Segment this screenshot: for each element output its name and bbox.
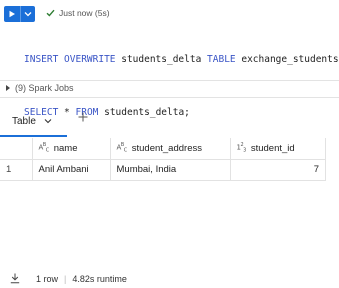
code-identifier: students_delta; (98, 107, 190, 118)
column-header-student-id[interactable]: 123 student_id (229, 138, 326, 160)
code-identifier: students_delta (115, 54, 208, 65)
row-count: 1 row (36, 273, 59, 284)
tab-label: Table (12, 115, 36, 127)
spark-jobs-toggle[interactable]: (9) Spark Jobs (6, 83, 74, 93)
notebook-cell: Just now (5s) INSERT OVERWRITE students_… (0, 0, 339, 288)
active-tab-indicator (0, 135, 67, 137)
plus-icon (78, 112, 88, 122)
column-header-student-address[interactable]: ABC student_address (109, 138, 231, 160)
code-keyword: INSERT OVERWRITE (24, 54, 116, 65)
spark-jobs-label: (9) Spark Jobs (15, 83, 74, 93)
runtime: 4.82s runtime (72, 273, 127, 284)
tab-table[interactable]: Table (0, 106, 67, 136)
row-index-header (0, 138, 33, 160)
run-button-group[interactable] (4, 6, 35, 22)
column-header-name[interactable]: ABC name (31, 138, 111, 160)
play-icon (9, 10, 15, 18)
column-header-label: name (53, 142, 78, 154)
code-identifier: exchange_students; (235, 54, 339, 65)
code-line: INSERT OVERWRITE students_delta TABLE ex… (24, 54, 339, 66)
chevron-down-icon (24, 12, 32, 17)
column-header-label: student_id (250, 142, 295, 154)
string-type-icon: ABC (116, 142, 128, 155)
row-index: 1 (0, 158, 33, 181)
results-footer: 1 row | 4.82s runtime (10, 273, 127, 284)
table-cell-student-address[interactable]: Mumbai, India (109, 158, 231, 181)
code-line: SELECT * FROM students_delta; (24, 107, 335, 119)
divider (0, 97, 339, 98)
status-text: Just now (5s) (59, 8, 110, 18)
divider (0, 80, 339, 81)
download-icon[interactable] (10, 273, 20, 284)
code-keyword: TABLE (207, 54, 236, 65)
string-type-icon: ABC (38, 142, 50, 155)
column-header-label: student_address (131, 142, 202, 154)
caret-right-icon (6, 85, 10, 91)
results-table: ABC name ABC student_address 123 student… (0, 138, 326, 181)
table-row: 1 Anil Ambani Mumbai, India 7 (0, 158, 326, 181)
table-header-row: ABC name ABC student_address 123 student… (0, 138, 326, 160)
check-icon (46, 9, 55, 17)
table-cell-name[interactable]: Anil Ambani (31, 158, 111, 181)
table-cell-student-id[interactable]: 7 (229, 158, 326, 181)
integer-type-icon: 123 (236, 142, 247, 155)
separator: | (64, 273, 67, 284)
execution-status: Just now (5s) (46, 8, 110, 18)
run-options-dropdown[interactable] (20, 6, 35, 22)
run-button[interactable] (4, 6, 20, 22)
add-tab-button[interactable] (76, 110, 90, 124)
chevron-down-icon[interactable] (44, 118, 52, 124)
